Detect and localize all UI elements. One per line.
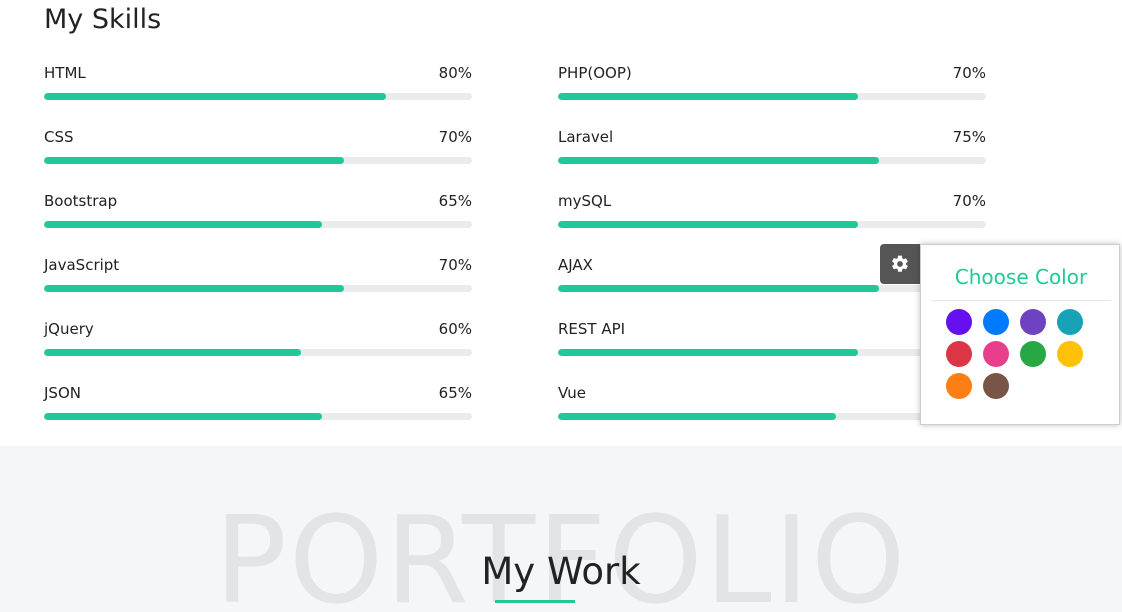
color-swatch-brown[interactable] xyxy=(983,373,1009,399)
skills-title: My Skills xyxy=(44,4,162,35)
skill-item: JSON 65% xyxy=(44,384,472,434)
skill-name: CSS xyxy=(44,128,74,146)
progress-track xyxy=(558,93,986,100)
gear-icon xyxy=(892,255,908,272)
color-picker-panel: Choose Color xyxy=(920,244,1120,425)
skill-name: REST API xyxy=(558,320,626,338)
progress-fill xyxy=(44,157,344,164)
skill-item: mySQL 70% xyxy=(558,192,986,242)
progress-track xyxy=(44,93,472,100)
skill-item: Laravel 75% xyxy=(558,128,986,178)
choose-color-title: Choose Color xyxy=(954,265,1088,289)
portfolio-title: My Work xyxy=(481,550,641,593)
skill-percent: 65% xyxy=(438,384,472,402)
skill-name: Laravel xyxy=(558,128,614,146)
skill-name: Bootstrap xyxy=(44,192,118,210)
progress-track xyxy=(44,157,472,164)
color-swatch-list xyxy=(946,309,1106,405)
portfolio-section: PORTFOLIO My Work xyxy=(0,446,1122,612)
skill-item: PHP(OOP) 70% xyxy=(558,64,986,114)
color-swatch-pink[interactable] xyxy=(983,341,1009,367)
skill-name: Vue xyxy=(558,384,586,402)
progress-fill xyxy=(44,221,323,228)
skill-item: JavaScript 70% xyxy=(44,256,472,306)
color-swatch-blue[interactable] xyxy=(983,309,1009,335)
progress-track xyxy=(558,221,986,228)
progress-fill xyxy=(44,285,344,292)
skill-percent: 70% xyxy=(952,64,986,82)
progress-fill xyxy=(558,93,858,100)
progress-fill xyxy=(558,413,837,420)
skill-name: mySQL xyxy=(558,192,612,210)
skill-item: HTML 80% xyxy=(44,64,472,114)
skill-name: HTML xyxy=(44,64,86,82)
skill-percent: 80% xyxy=(438,64,472,82)
color-swatch-cyan[interactable] xyxy=(1057,309,1083,335)
progress-fill xyxy=(558,157,879,164)
skill-percent: 75% xyxy=(952,128,986,146)
skill-percent: 70% xyxy=(438,128,472,146)
skill-percent: 70% xyxy=(438,256,472,274)
progress-track xyxy=(558,157,986,164)
skill-percent: 70% xyxy=(952,192,986,210)
progress-fill xyxy=(44,349,301,356)
progress-fill xyxy=(558,285,879,292)
skill-percent: 60% xyxy=(438,320,472,338)
skill-item: jQuery 60% xyxy=(44,320,472,370)
color-swatch-green[interactable] xyxy=(1020,341,1046,367)
progress-fill xyxy=(44,413,323,420)
color-swatch-purple[interactable] xyxy=(1020,309,1046,335)
progress-fill xyxy=(558,221,858,228)
progress-track xyxy=(44,285,472,292)
title-underline xyxy=(495,600,575,603)
skill-name: JavaScript xyxy=(44,256,120,274)
color-swatch-orange[interactable] xyxy=(946,373,972,399)
skill-percent: 65% xyxy=(438,192,472,210)
progress-fill xyxy=(558,349,858,356)
skill-item: Bootstrap 65% xyxy=(44,192,472,242)
skill-name: jQuery xyxy=(44,320,94,338)
progress-track xyxy=(44,349,472,356)
progress-track xyxy=(44,221,472,228)
color-swatch-violet[interactable] xyxy=(946,309,972,335)
skill-name: PHP(OOP) xyxy=(558,64,632,82)
progress-fill xyxy=(44,93,387,100)
divider xyxy=(931,300,1111,301)
color-switcher-toggle-button[interactable] xyxy=(880,244,920,284)
progress-track xyxy=(44,413,472,420)
skill-name: AJAX xyxy=(558,256,593,274)
color-swatch-yellow[interactable] xyxy=(1057,341,1083,367)
skill-item: CSS 70% xyxy=(44,128,472,178)
color-swatch-red[interactable] xyxy=(946,341,972,367)
skill-name: JSON xyxy=(44,384,81,402)
